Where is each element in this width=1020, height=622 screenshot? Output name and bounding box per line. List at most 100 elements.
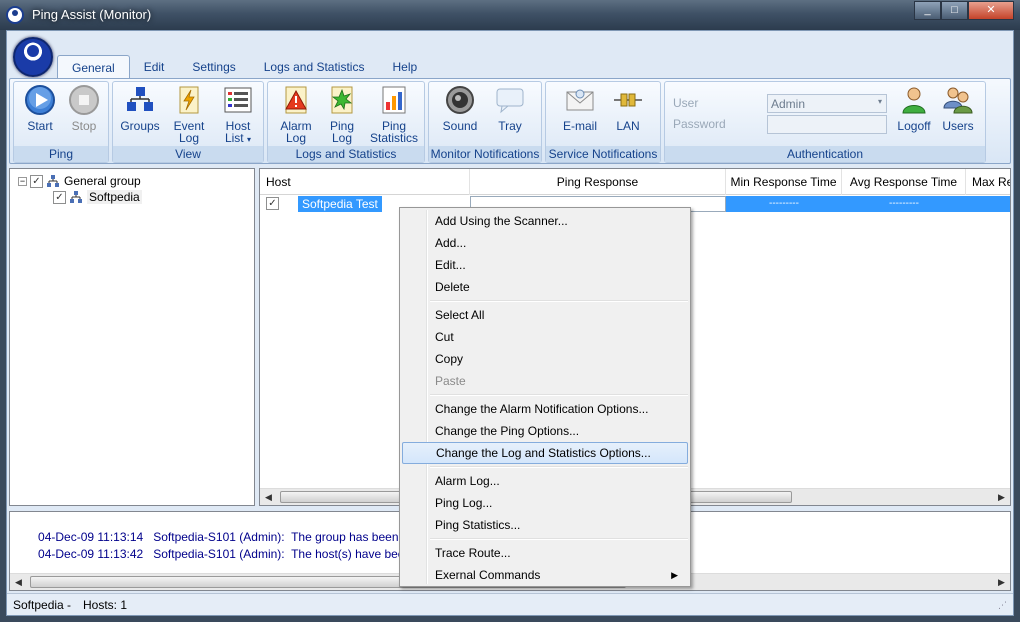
ribbon-group-authentication-label: Authentication <box>665 146 985 162</box>
user-select[interactable]: Admin ▾ <box>767 94 887 113</box>
resize-grip-icon[interactable]: ⋰ <box>998 600 1007 611</box>
ribbon-group-ping: Start Stop Ping <box>13 81 109 163</box>
host-list-button[interactable]: Host List ▾ <box>217 84 259 146</box>
maximize-button[interactable]: □ <box>941 1 968 20</box>
log-time: 04-Dec-09 11:13:42 <box>38 547 144 561</box>
ribbon-group-view-label: View <box>113 146 263 162</box>
menu-item-alarm-log[interactable]: Alarm Log... <box>402 470 688 492</box>
password-field[interactable] <box>767 115 887 134</box>
row-min-response: --------- <box>769 198 799 209</box>
tab-edit[interactable]: Edit <box>130 55 179 79</box>
logoff-label: Logoff <box>897 119 931 133</box>
chevron-down-icon: ▾ <box>877 97 882 106</box>
start-label: Start <box>27 119 53 133</box>
menu-item-trace-route[interactable]: Trace Route... <box>402 542 688 564</box>
ribbon-group-authentication: User Password Admin ▾ Logoff Users Authe… <box>664 81 986 163</box>
user-label: User <box>673 96 699 110</box>
menu-item-delete[interactable]: Delete <box>402 276 688 298</box>
menu-item-log-and-statistics-options[interactable]: Change the Log and Statistics Options... <box>402 442 688 464</box>
tree-item-softpedia[interactable]: ✓ Softpedia <box>53 189 142 205</box>
alarm-log-label-2: Log <box>285 131 307 145</box>
ribbon-group-logs-label: Logs and Statistics <box>268 146 424 162</box>
event-log-icon <box>179 86 199 114</box>
sound-label: Sound <box>442 119 478 133</box>
lan-label: LAN <box>616 119 640 133</box>
menu-item-copy[interactable]: Copy <box>402 348 688 370</box>
groups-icon <box>127 87 153 111</box>
scroll-right-icon[interactable]: ▶ <box>993 489 1010 505</box>
app-icon <box>6 6 24 24</box>
tab-settings[interactable]: Settings <box>178 55 249 79</box>
column-ping-response[interactable]: Ping Response <box>470 169 726 195</box>
ping-statistics-button[interactable]: Ping Statistics <box>366 84 422 144</box>
groups-label: Groups <box>120 119 160 133</box>
submenu-arrow-icon: ▶ <box>671 570 678 580</box>
tree-checkbox-softpedia[interactable]: ✓ <box>53 190 66 204</box>
application-menu-button[interactable] <box>13 37 53 77</box>
users-icon <box>943 87 973 114</box>
menu-item-ping-log[interactable]: Ping Log... <box>402 492 688 514</box>
host-list-label-2: List <box>224 131 244 145</box>
tray-label: Tray <box>498 119 522 133</box>
menu-item-alarm-notification-options[interactable]: Change the Alarm Notification Options... <box>402 398 688 420</box>
tree-item-label: General group <box>64 174 141 188</box>
user-icon <box>902 87 926 114</box>
tree-item-label: Softpedia <box>87 190 142 204</box>
menu-item-select-all[interactable]: Select All <box>402 304 688 326</box>
tray-button[interactable]: Tray <box>489 84 531 132</box>
row-host-name: Softpedia Test <box>298 196 382 212</box>
menu-item-ping-statistics[interactable]: Ping Statistics... <box>402 514 688 536</box>
menu-separator <box>430 466 688 468</box>
email-icon <box>566 89 594 111</box>
ping-statistics-label-2: Statistics <box>369 131 418 145</box>
log-line: 04-Dec-09 11:13:42 Softpedia-S101 (Admin… <box>18 533 451 575</box>
tab-logs-and-statistics[interactable]: Logs and Statistics <box>250 55 379 79</box>
stop-button[interactable]: Stop <box>66 84 102 132</box>
column-min-response-time[interactable]: Min Response Time <box>726 169 842 195</box>
close-button[interactable]: ✕ <box>968 1 1014 20</box>
alarm-log-icon <box>285 86 307 114</box>
ribbon-group-ping-label: Ping <box>14 146 108 162</box>
tree-checkbox-general-group[interactable]: ✓ <box>30 174 43 188</box>
scroll-left-icon[interactable]: ◀ <box>10 574 27 590</box>
statistics-icon <box>382 86 406 114</box>
ping-log-icon <box>331 86 353 114</box>
menu-item-add[interactable]: Add... <box>402 232 688 254</box>
menu-separator <box>430 300 688 302</box>
groups-button[interactable]: Groups <box>119 84 161 132</box>
ping-log-button[interactable]: Ping Log <box>322 84 362 144</box>
collapse-icon[interactable]: − <box>18 176 27 186</box>
start-button[interactable]: Start <box>22 84 58 132</box>
tab-help[interactable]: Help <box>378 55 431 79</box>
menu-item-cut[interactable]: Cut <box>402 326 688 348</box>
network-group-icon <box>47 175 59 187</box>
tree-item-general-group[interactable]: − ✓ General group <box>18 173 141 189</box>
tab-general[interactable]: General <box>57 55 130 79</box>
logoff-button[interactable]: Logoff <box>893 84 935 132</box>
users-button[interactable]: Users <box>937 84 979 132</box>
log-user: Softpedia-S101 (Admin): <box>153 547 285 561</box>
row-avg-response: --------- <box>889 198 919 209</box>
event-log-button[interactable]: Event Log <box>169 84 209 144</box>
sound-button[interactable]: Sound <box>439 84 481 132</box>
minimize-button[interactable]: _ <box>914 1 941 20</box>
lan-button[interactable]: LAN <box>606 84 650 132</box>
menu-item-external-commands[interactable]: Exernal Commands ▶ <box>402 564 688 586</box>
grid-header: Host Ping Response Min Response Time Avg… <box>260 169 1010 195</box>
alarm-log-button[interactable]: Alarm Log <box>276 84 316 144</box>
menu-item-paste[interactable]: Paste <box>402 370 688 392</box>
scroll-right-icon[interactable]: ▶ <box>993 574 1010 590</box>
column-max-response-time[interactable]: Max Re <box>966 169 1010 195</box>
column-host[interactable]: Host <box>260 169 470 195</box>
menu-item-edit[interactable]: Edit... <box>402 254 688 276</box>
scroll-left-icon[interactable]: ◀ <box>260 489 277 505</box>
row-checkbox[interactable]: ✓ <box>266 197 279 210</box>
column-avg-response-time[interactable]: Avg Response Time <box>842 169 966 195</box>
menu-item-ping-options[interactable]: Change the Ping Options... <box>402 420 688 442</box>
ping-log-label-2: Log <box>331 131 353 145</box>
speaker-icon <box>446 86 474 114</box>
ribbon-tabs: General Edit Settings Logs and Statistic… <box>57 55 431 79</box>
menu-item-add-using-scanner[interactable]: Add Using the Scanner... <box>402 210 688 232</box>
email-button[interactable]: E-mail <box>558 84 602 132</box>
window-controls: _ □ ✕ <box>914 1 1014 20</box>
